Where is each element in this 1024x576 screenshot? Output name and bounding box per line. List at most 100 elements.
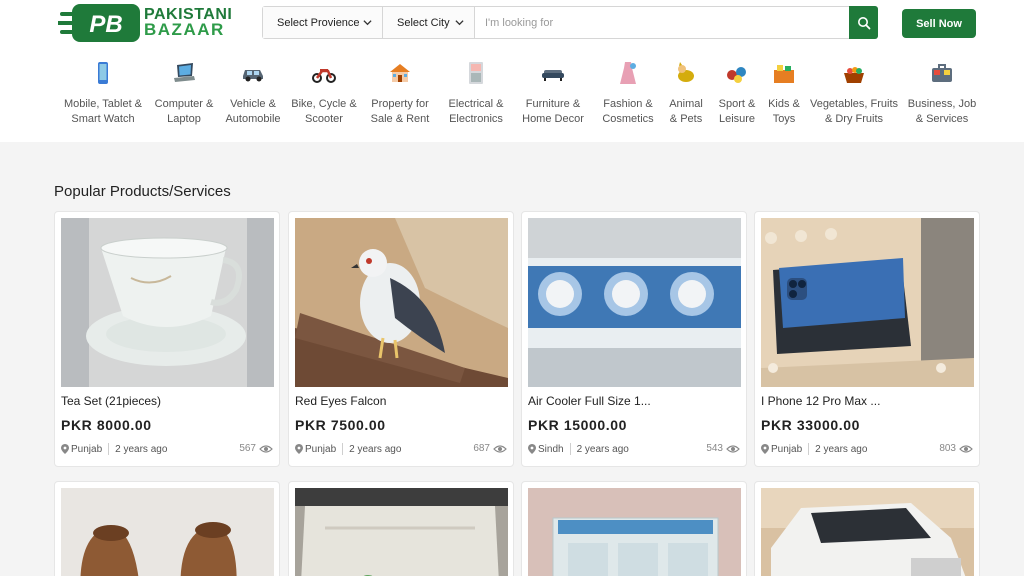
product-image[interactable] [528,218,741,387]
category-label: Animal & Pets [669,98,703,125]
category-label: Electrical & Electronics [448,98,504,125]
category-label: Furniture & Home Decor [522,98,584,125]
location-pin-icon [61,444,69,454]
product-meta: Punjab 2 years ago [295,443,401,455]
product-card[interactable] [521,481,747,576]
product-card[interactable] [288,481,514,576]
car-icon [243,70,263,82]
views-count: 543 [706,443,723,454]
category-bar: Mobile, Tablet & Smart Watch Computer & … [0,60,1024,130]
dress-icon [620,62,636,84]
product-card[interactable]: Red Eyes Falcon PKR 7500.00 Punjab 2 yea… [288,211,514,467]
product-price: PKR 7500.00 [295,417,386,433]
product-image[interactable] [295,488,508,576]
category-furniture[interactable]: Furniture & Home Decor [518,60,588,127]
category-label: Bike, Cycle & Scooter [291,98,357,125]
appliance-icon [469,62,483,84]
product-price: PKR 33000.00 [761,417,861,433]
category-label: Property for Sale & Rent [370,98,430,125]
category-mobile[interactable]: Mobile, Tablet & Smart Watch [60,60,146,127]
product-card[interactable]: Tea Set (21pieces) PKR 8000.00 Punjab 2 … [54,211,280,467]
category-sport[interactable]: Sport & Leisure [714,60,760,127]
bike-icon [312,69,336,83]
product-card[interactable] [54,481,280,576]
eye-icon [726,444,740,453]
product-location: Punjab [305,443,337,455]
briefcase-icon [932,64,952,82]
province-select[interactable]: Select Provience [263,7,383,38]
product-age: 2 years ago [815,443,868,455]
product-image[interactable] [295,218,508,387]
category-label: Mobile, Tablet & Smart Watch [63,98,143,125]
category-label: Business, Job & Services [907,98,977,125]
divider [808,443,810,455]
category-label: Vegetables, Fruits & Dry Fruits [809,98,899,125]
product-title: Tea Set (21pieces) [61,394,162,408]
laptop-icon [174,63,195,82]
category-bike[interactable]: Bike, Cycle & Scooter [290,60,358,127]
eye-icon [259,444,273,453]
category-label: Kids & Toys [768,98,800,125]
toys-icon [774,65,794,83]
category-label: Fashion & Cosmetics [602,98,654,125]
product-age: 2 years ago [349,443,402,455]
product-card[interactable]: Air Cooler Full Size 1... PKR 15000.00 S… [521,211,747,467]
logo-text-line2: BAZAAR [144,20,225,39]
divider [108,443,110,455]
search-button[interactable] [849,6,878,39]
category-vegetables[interactable]: Vegetables, Fruits & Dry Fruits [808,60,900,127]
product-meta: Punjab 2 years ago [761,443,867,455]
product-title: Air Cooler Full Size 1... [528,394,651,408]
mobile-icon [98,62,108,84]
product-views: 687 [473,443,507,454]
product-location: Sindh [538,443,564,455]
category-animals[interactable]: Animal & Pets [666,60,706,127]
search-bar: Select Provience Select City [262,6,878,39]
product-price: PKR 8000.00 [61,417,152,433]
top-header: PB PAKISTANI BAZAAR Select Provience Sel… [0,0,1024,142]
category-label: Vehicle & Automobile [225,98,281,125]
category-electrical[interactable]: Electrical & Electronics [444,60,508,127]
location-pin-icon [761,444,769,454]
fruit-basket-icon [844,67,864,83]
section-title: Popular Products/Services [54,183,231,200]
category-business[interactable]: Business, Job & Services [906,60,978,127]
divider [569,443,571,455]
category-kids[interactable]: Kids & Toys [764,60,804,127]
category-vehicle[interactable]: Vehicle & Automobile [222,60,284,127]
product-meta: Sindh 2 years ago [528,443,629,455]
search-input[interactable] [475,7,849,38]
product-location: Punjab [71,443,103,455]
product-image[interactable] [61,488,274,576]
site-logo[interactable]: PB PAKISTANI BAZAAR [58,0,244,46]
product-image[interactable] [528,488,741,576]
product-card[interactable] [754,481,980,576]
product-title: I Phone 12 Pro Max ... [761,394,881,408]
eye-icon [959,444,973,453]
province-select-label: Select Provience [277,16,360,29]
sofa-icon [542,70,564,81]
city-select[interactable]: Select City [383,7,475,38]
product-age: 2 years ago [115,443,168,455]
house-icon [390,64,410,82]
product-image[interactable] [61,218,274,387]
sports-icon [727,67,746,83]
category-property[interactable]: Property for Sale & Rent [364,60,436,127]
product-image[interactable] [761,488,974,576]
product-card[interactable]: I Phone 12 Pro Max ... PKR 33000.00 Punj… [754,211,980,467]
sell-now-button[interactable]: Sell Now [902,9,976,38]
views-count: 687 [473,443,490,454]
views-count: 567 [239,443,256,454]
pet-icon [678,62,694,82]
location-pin-icon [295,444,303,454]
category-fashion[interactable]: Fashion & Cosmetics [598,60,658,127]
views-count: 803 [939,443,956,454]
category-computer[interactable]: Computer & Laptop [152,60,216,127]
chevron-down-icon [455,20,464,26]
product-views: 567 [239,443,273,454]
product-meta: Punjab 2 years ago [61,443,167,455]
product-image[interactable] [761,218,974,387]
product-location: Punjab [771,443,803,455]
category-label: Computer & Laptop [154,98,214,125]
location-pin-icon [528,444,536,454]
